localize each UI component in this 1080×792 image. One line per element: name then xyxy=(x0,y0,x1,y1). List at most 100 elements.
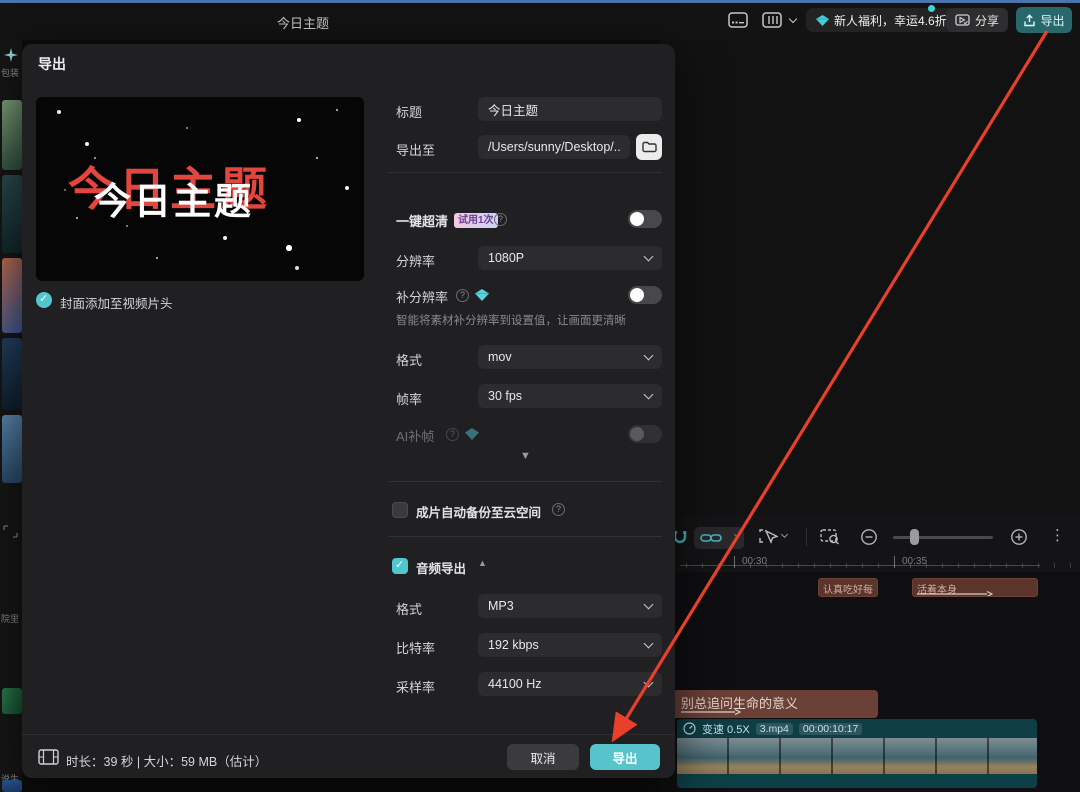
timeline-zoom-handle[interactable] xyxy=(910,529,919,545)
toolbar-divider xyxy=(806,528,807,546)
audio-format-select[interactable]: MP3 xyxy=(478,594,662,618)
export-button-dialog[interactable]: 导出 xyxy=(590,744,660,770)
title-input[interactable]: 今日主题 xyxy=(478,97,662,121)
upload-icon xyxy=(1023,14,1036,27)
text-clip[interactable]: 认真吃好每 xyxy=(818,578,878,597)
zoom-in-icon[interactable] xyxy=(1010,528,1028,546)
supres-description: 智能将素材补分辨率到设置值，让画面更清晰 xyxy=(396,312,626,328)
cloud-backup-label: 成片自动备份至云空间 xyxy=(416,502,541,521)
diamond-icon xyxy=(475,289,489,301)
chevron-down-icon xyxy=(644,600,654,610)
zoom-out-icon[interactable] xyxy=(860,528,878,546)
more-options-icon[interactable]: ⋮ xyxy=(1050,526,1065,544)
chevron-down-icon xyxy=(644,351,654,361)
divider xyxy=(388,172,662,173)
divider xyxy=(388,481,662,482)
sidebar-label-fragment: 院里 xyxy=(1,612,19,625)
timeline-panel: ⋮ 00:30 00:35 认真吃好每 活着本身 别总追问生命的意义 变速 0.… xyxy=(660,515,1080,792)
resolution-select[interactable]: 1080P xyxy=(478,246,662,270)
audio-format-label: 格式 xyxy=(396,599,422,618)
media-thumbnail[interactable] xyxy=(2,415,22,483)
promo-banner[interactable]: 新人福利，幸运4.6折 xyxy=(806,8,957,32)
collapse-caret-icon[interactable]: ▼ xyxy=(520,450,531,462)
media-thumbnail[interactable] xyxy=(2,175,22,253)
promo-label: 新人福利，幸运4.6折 xyxy=(834,12,947,29)
dialog-title: 导出 xyxy=(38,54,66,74)
cloud-backup-checkbox[interactable] xyxy=(392,502,408,518)
format-value: mov xyxy=(488,350,512,364)
resolution-value: 1080P xyxy=(488,251,524,265)
link-toggle[interactable] xyxy=(694,527,744,549)
samplerate-value: 44100 Hz xyxy=(488,677,542,691)
title-input-value: 今日主题 xyxy=(488,100,538,119)
browse-folder-button[interactable] xyxy=(636,134,662,160)
collapse-up-icon[interactable]: ▲ xyxy=(478,558,487,568)
chevron-down-icon[interactable] xyxy=(781,531,788,538)
fps-select[interactable]: 30 fps xyxy=(478,384,662,408)
media-thumbnail[interactable] xyxy=(2,100,22,170)
speed-label: 变速 0.5X xyxy=(702,721,750,737)
title-field-label: 标题 xyxy=(396,102,422,121)
link-icon xyxy=(700,533,722,543)
film-icon xyxy=(38,749,59,765)
panel-bg xyxy=(660,40,1080,515)
window-accent-line xyxy=(0,0,1080,3)
hd-toggle[interactable] xyxy=(628,210,662,228)
format-select[interactable]: mov xyxy=(478,345,662,369)
crop-icon xyxy=(3,525,18,538)
help-icon[interactable] xyxy=(552,503,565,516)
bitrate-select[interactable]: 192 kbps xyxy=(478,633,662,657)
star-dots xyxy=(36,97,38,99)
export-dialog: 导出 今日主题 今日主题 封面添加至视频片头 标题 今日主题 导出至 /User… xyxy=(22,44,675,778)
layout-icon[interactable] xyxy=(760,9,784,31)
supres-toggle[interactable] xyxy=(628,286,662,304)
hd-label: 一键超清 xyxy=(396,211,448,230)
fps-label: 帧率 xyxy=(396,389,422,408)
cancel-button[interactable]: 取消 xyxy=(507,744,579,770)
bitrate-label: 比特率 xyxy=(396,638,435,657)
divider xyxy=(388,536,662,537)
animation-arrow xyxy=(681,709,741,715)
path-input[interactable]: /Users/sunny/Desktop/... xyxy=(478,135,630,159)
select-cursor-icon[interactable] xyxy=(758,528,778,546)
samplerate-select[interactable]: 44100 Hz xyxy=(478,672,662,696)
video-clip-footer xyxy=(677,774,1037,788)
folder-icon xyxy=(642,141,657,153)
help-icon[interactable] xyxy=(456,289,469,302)
preview-frame-icon[interactable] xyxy=(820,528,840,545)
chevron-down-icon xyxy=(734,531,741,538)
text-clip[interactable]: 活着本身 xyxy=(912,578,1038,597)
supres-label: 补分辨率 xyxy=(396,287,448,306)
share-button[interactable]: 分享 xyxy=(946,8,1008,32)
layout-chevron-down-icon[interactable] xyxy=(786,9,800,31)
path-field-label: 导出至 xyxy=(396,140,435,159)
cover-checkbox[interactable] xyxy=(36,292,52,308)
audio-format-value: MP3 xyxy=(488,599,514,613)
timeline-ruler[interactable]: 00:30 00:35 xyxy=(660,554,1080,572)
video-clip-header[interactable]: 变速 0.5X 3.mp4 00:00:10:17 xyxy=(677,719,1037,738)
fps-value: 30 fps xyxy=(488,389,522,403)
audio-export-checkbox[interactable] xyxy=(392,558,408,574)
media-thumbnail[interactable] xyxy=(2,338,22,410)
help-icon[interactable] xyxy=(494,213,507,226)
ai-frame-toggle xyxy=(628,425,662,443)
help-icon xyxy=(446,428,459,441)
ai-frame-label: AI补帧 xyxy=(396,426,434,445)
chevron-down-icon xyxy=(644,390,654,400)
export-button-top[interactable]: 导出 xyxy=(1016,7,1072,33)
animation-arrow xyxy=(917,591,993,597)
bitrate-value: 192 kbps xyxy=(488,638,539,652)
video-clip-thumbnails[interactable] xyxy=(677,738,1037,774)
captions-icon[interactable] xyxy=(726,9,750,31)
path-input-value: /Users/sunny/Desktop/... xyxy=(488,140,620,154)
speed-icon xyxy=(683,722,696,735)
clip-filename: 3.mp4 xyxy=(756,723,793,735)
media-thumbnail[interactable] xyxy=(2,688,22,714)
audio-export-label: 音频导出 xyxy=(416,558,466,577)
caption-clip[interactable]: 别总追问生命的意义 xyxy=(656,690,878,718)
media-thumbnail[interactable] xyxy=(2,258,22,333)
timeline-tracks: 认真吃好每 活着本身 别总追问生命的意义 变速 0.5X 3.mp4 00:00… xyxy=(660,572,1080,792)
media-thumbnail[interactable] xyxy=(2,780,22,792)
timeline-zoom-slider[interactable] xyxy=(893,536,993,539)
project-title: 今日主题 xyxy=(238,13,368,32)
